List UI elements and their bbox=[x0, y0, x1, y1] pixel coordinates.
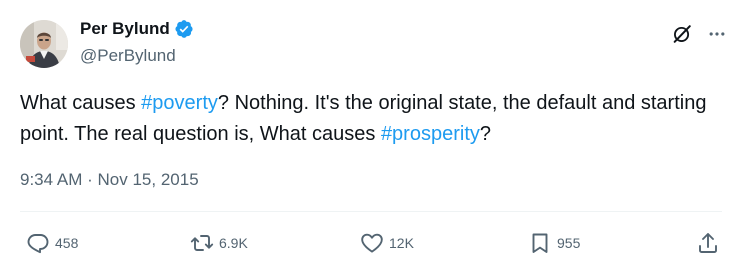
grok-button[interactable] bbox=[670, 22, 694, 46]
like-count: 12K bbox=[389, 235, 414, 251]
tweet-time[interactable]: 9:34 AM bbox=[20, 170, 82, 189]
timestamp[interactable]: 9:34 AM · Nov 15, 2015 bbox=[20, 170, 199, 190]
bookmark-icon bbox=[532, 233, 548, 253]
hashtag-link-prosperity[interactable]: #prosperity bbox=[381, 123, 480, 145]
repost-button[interactable]: 6.9K bbox=[190, 229, 248, 257]
bookmark-button[interactable]: 955 bbox=[528, 229, 580, 257]
timestamp-separator: · bbox=[87, 170, 93, 189]
author-handle[interactable]: @PerBylund bbox=[80, 46, 176, 66]
avatar[interactable] bbox=[20, 20, 68, 68]
more-dots-icon bbox=[709, 32, 725, 36]
more-options-button[interactable] bbox=[705, 22, 729, 46]
author-name[interactable]: Per Bylund bbox=[80, 19, 170, 39]
tweet-date[interactable]: Nov 15, 2015 bbox=[98, 170, 199, 189]
avatar-photo bbox=[20, 20, 68, 68]
share-upload-icon bbox=[699, 233, 717, 253]
text-segment: ? bbox=[479, 123, 491, 145]
hashtag-link-poverty[interactable]: #poverty bbox=[141, 92, 218, 114]
heart-icon bbox=[361, 233, 383, 253]
bookmark-count: 955 bbox=[557, 235, 581, 251]
like-button[interactable]: 12K bbox=[360, 229, 414, 257]
author-name-row[interactable]: Per Bylund bbox=[80, 19, 194, 39]
reply-bubble-icon bbox=[27, 234, 49, 254]
repost-arrows-icon bbox=[190, 235, 214, 251]
tweet-text: What causes #poverty? Nothing. It's the … bbox=[20, 88, 720, 150]
repost-count: 6.9K bbox=[219, 235, 248, 251]
reply-button[interactable]: 458 bbox=[26, 229, 78, 257]
divider bbox=[20, 211, 722, 212]
reply-count: 458 bbox=[55, 235, 79, 251]
verified-badge-icon[interactable] bbox=[174, 19, 194, 39]
share-button[interactable] bbox=[696, 229, 720, 257]
grok-icon bbox=[673, 25, 691, 43]
text-segment: What causes bbox=[20, 92, 142, 114]
